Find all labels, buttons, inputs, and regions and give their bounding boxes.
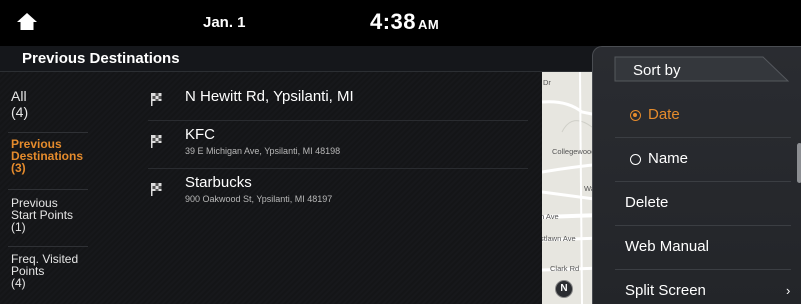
sidebar-item-count: (4)	[11, 276, 26, 290]
map-label: Dr	[543, 78, 551, 87]
divider	[8, 132, 88, 133]
radio-selected-icon	[630, 110, 641, 121]
sidebar-item-previous-start-points[interactable]: Previous Start Points (1)	[0, 197, 90, 233]
page-title: Previous Destinations	[22, 50, 180, 67]
menu-item-label: Split Screen	[625, 282, 706, 299]
status-bar: Jan. 1 4:38 AM	[0, 0, 801, 46]
sort-date-option[interactable]: Date	[593, 93, 801, 137]
menu-scroll-handle[interactable]	[797, 143, 801, 183]
radio-unselected-icon	[630, 154, 641, 165]
sidebar-item-count: (3)	[11, 161, 26, 175]
divider	[148, 120, 528, 121]
status-date: Jan. 1	[203, 14, 246, 31]
sidebar-item-count: (1)	[11, 220, 26, 234]
sidebar-item-all[interactable]: All (4)	[0, 88, 90, 120]
destination-address: 39 E Michigan Ave, Ypsilanti, MI 48198	[185, 146, 341, 156]
menu-item-label: Name	[648, 150, 689, 167]
chevron-right-icon: ›	[786, 283, 791, 298]
checkered-flag-icon	[150, 182, 164, 196]
destination-name: N Hewitt Rd, Ypsilanti, MI	[185, 88, 354, 105]
menu-item-label: Date	[648, 106, 680, 123]
checkered-flag-icon	[150, 134, 164, 148]
sidebar-item-freq-visited-points[interactable]: Freq. Visited Points (4)	[0, 253, 90, 289]
menu-title: Sort by	[633, 62, 681, 79]
destination-address: 900 Oakwood St, Ypsilanti, MI 48197	[185, 194, 333, 204]
destination-name: KFC	[185, 126, 215, 143]
destination-name: Starbucks	[185, 174, 252, 191]
category-sidebar: All (4) Previous Destinations (3) Previo…	[0, 72, 90, 304]
divider	[148, 168, 528, 169]
status-time: 4:38 AM	[370, 9, 439, 35]
split-screen-menu-item[interactable]: Split Screen ›	[593, 269, 801, 304]
sort-name-option[interactable]: Name	[593, 137, 801, 181]
map-label: Collegewood	[552, 147, 596, 156]
sidebar-item-previous-destinations[interactable]: Previous Destinations (3)	[0, 138, 90, 174]
clock-time: 4:38	[370, 9, 417, 34]
map-label: Clark Rd	[550, 264, 580, 273]
header-bar: Previous Destinations	[0, 46, 600, 72]
sidebar-item-label: All	[11, 88, 27, 104]
divider	[8, 246, 88, 247]
main-panel: All (4) Previous Destinations (3) Previo…	[0, 72, 600, 304]
map-label: n Ave	[542, 212, 559, 221]
home-icon[interactable]	[16, 12, 38, 32]
menu-header: Sort by	[593, 47, 801, 93]
sidebar-item-count: (4)	[11, 104, 29, 120]
menu-item-label: Web Manual	[625, 238, 709, 255]
options-menu: Sort by Date Name Delete Web Manual Spli…	[592, 46, 801, 304]
web-manual-menu-item[interactable]: Web Manual	[593, 225, 801, 269]
map-label: stlawn Ave	[542, 234, 576, 243]
checkered-flag-icon	[150, 92, 164, 106]
compass-button[interactable]: N	[555, 280, 573, 298]
clock-ampm: AM	[418, 17, 440, 32]
menu-item-label: Delete	[625, 194, 669, 211]
divider	[8, 189, 88, 190]
menu-header-tab	[614, 56, 790, 82]
delete-menu-item[interactable]: Delete	[593, 181, 801, 225]
